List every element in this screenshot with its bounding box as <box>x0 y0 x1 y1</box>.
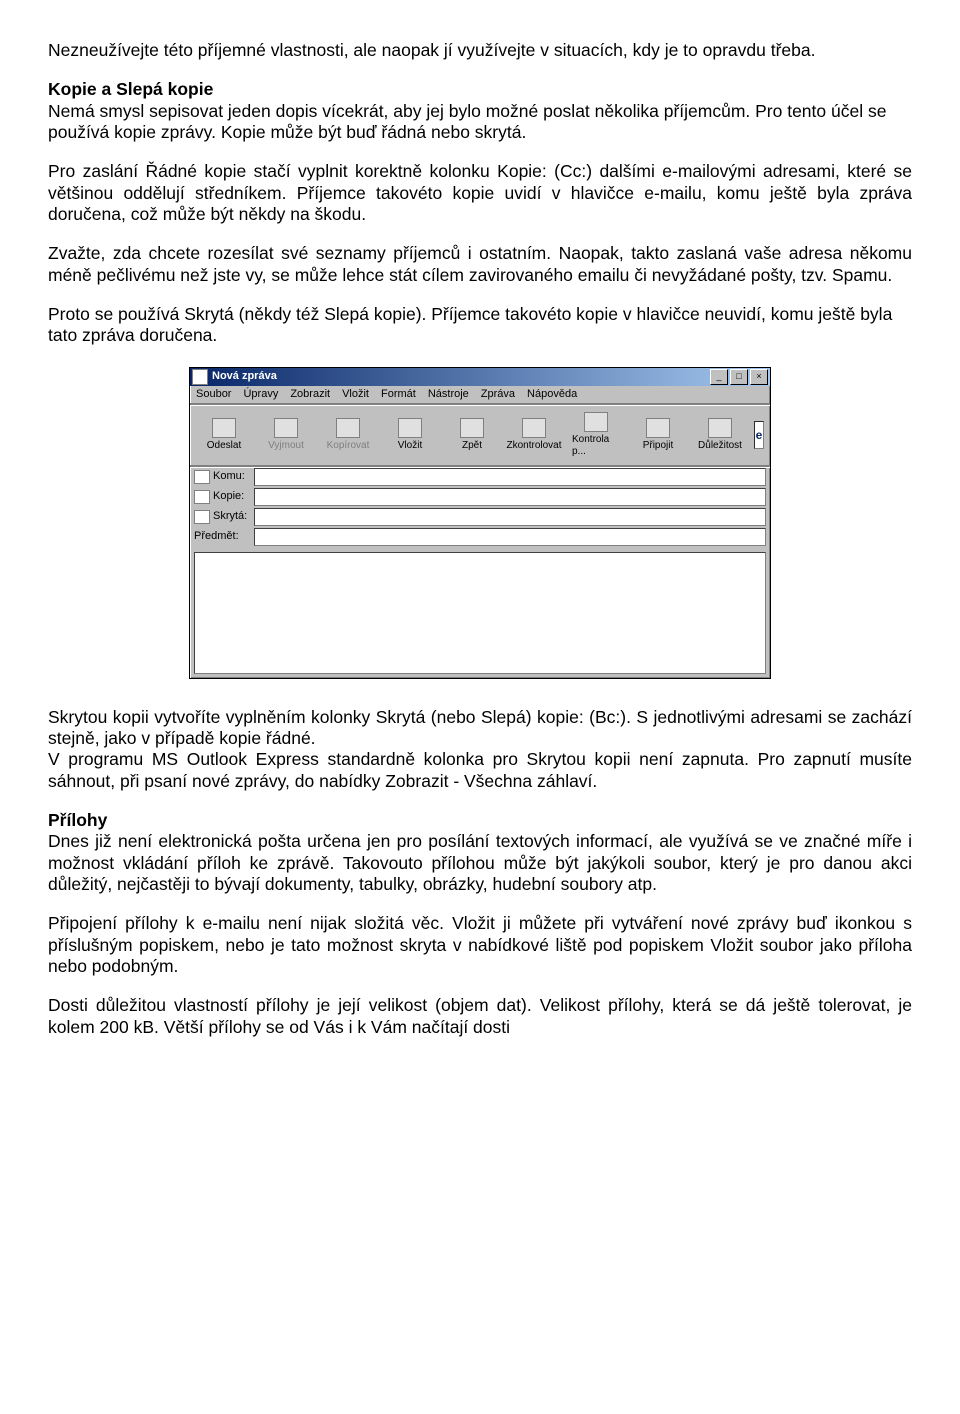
body-paragraph: Dnes již není elektronická pošta určena … <box>48 831 912 895</box>
body-paragraph: Zvažte, zda chcete rozesílat své seznamy… <box>48 243 912 286</box>
cc-label: Kopie: <box>194 490 250 504</box>
check-button[interactable]: Zkontrolovat <box>506 416 562 454</box>
send-icon <box>212 418 236 438</box>
cut-icon <box>274 418 298 438</box>
embedded-screenshot: Nová zpráva _ □ × Soubor Úpravy Zobrazit… <box>48 367 912 679</box>
undo-button[interactable]: Zpět <box>444 416 500 454</box>
paste-icon <box>398 418 422 438</box>
menu-item[interactable]: Formát <box>381 388 416 401</box>
paste-button[interactable]: Vložit <box>382 416 438 454</box>
spell-icon <box>584 412 608 432</box>
cc-field[interactable] <box>254 488 766 506</box>
attach-icon <box>646 418 670 438</box>
bcc-label: Skrytá: <box>194 510 250 524</box>
body-paragraph: Proto se používá Skrytá (někdy též Slepá… <box>48 304 912 347</box>
menu-item[interactable]: Zpráva <box>481 388 515 401</box>
addressbook-icon <box>194 490 210 504</box>
toolbar: Odeslat Vyjmout Kopírovat Vložit Zpět Zk… <box>190 406 770 464</box>
maximize-button[interactable]: □ <box>730 369 748 385</box>
close-button[interactable]: × <box>750 369 768 385</box>
check-icon <box>522 418 546 438</box>
send-button[interactable]: Odeslat <box>196 416 252 454</box>
menu-item[interactable]: Nápověda <box>527 388 577 401</box>
menu-item[interactable]: Úpravy <box>243 388 278 401</box>
bcc-field[interactable] <box>254 508 766 526</box>
body-paragraph: Skrytou kopii vytvoříte vyplněním kolonk… <box>48 707 912 750</box>
attach-button[interactable]: Připojit <box>630 416 686 454</box>
app-logo-icon: e <box>754 421 764 449</box>
section-heading: Kopie a Slepá kopie <box>48 79 912 100</box>
subject-label: Předmět: <box>194 530 250 543</box>
body-paragraph: Nemá smysl sepisovat jeden dopis vícekrá… <box>48 101 912 144</box>
menu-bar: Soubor Úpravy Zobrazit Vložit Formát Nás… <box>190 386 770 403</box>
menu-item[interactable]: Nástroje <box>428 388 469 401</box>
body-paragraph: Nezneužívejte této příjemné vlastnosti, … <box>48 40 912 61</box>
to-field[interactable] <box>254 468 766 486</box>
window-titlebar: Nová zpráva _ □ × <box>190 368 770 386</box>
copy-button[interactable]: Kopírovat <box>320 416 376 454</box>
priority-icon <box>708 418 732 438</box>
undo-icon <box>460 418 484 438</box>
copy-icon <box>336 418 360 438</box>
spell-button[interactable]: Kontrola p... <box>568 410 624 460</box>
email-compose-window: Nová zpráva _ □ × Soubor Úpravy Zobrazit… <box>189 367 771 679</box>
section-heading: Přílohy <box>48 810 912 831</box>
menu-item[interactable]: Vložit <box>342 388 369 401</box>
addressbook-icon <box>194 510 210 524</box>
body-paragraph: V programu MS Outlook Express standardně… <box>48 749 912 792</box>
body-paragraph: Dosti důležitou vlastností přílohy je je… <box>48 995 912 1038</box>
app-icon <box>192 369 208 385</box>
window-title: Nová zpráva <box>212 370 710 383</box>
menu-item[interactable]: Soubor <box>196 388 231 401</box>
minimize-button[interactable]: _ <box>710 369 728 385</box>
subject-field[interactable] <box>254 528 766 546</box>
body-paragraph: Připojení přílohy k e-mailu není nijak s… <box>48 913 912 977</box>
addressbook-icon <box>194 470 210 484</box>
body-paragraph: Pro zaslání Řádné kopie stačí vyplnit ko… <box>48 161 912 225</box>
to-label: Komu: <box>194 470 250 484</box>
priority-button[interactable]: Důležitost <box>692 416 748 454</box>
cut-button[interactable]: Vyjmout <box>258 416 314 454</box>
message-body-input[interactable] <box>194 552 766 674</box>
menu-item[interactable]: Zobrazit <box>290 388 330 401</box>
